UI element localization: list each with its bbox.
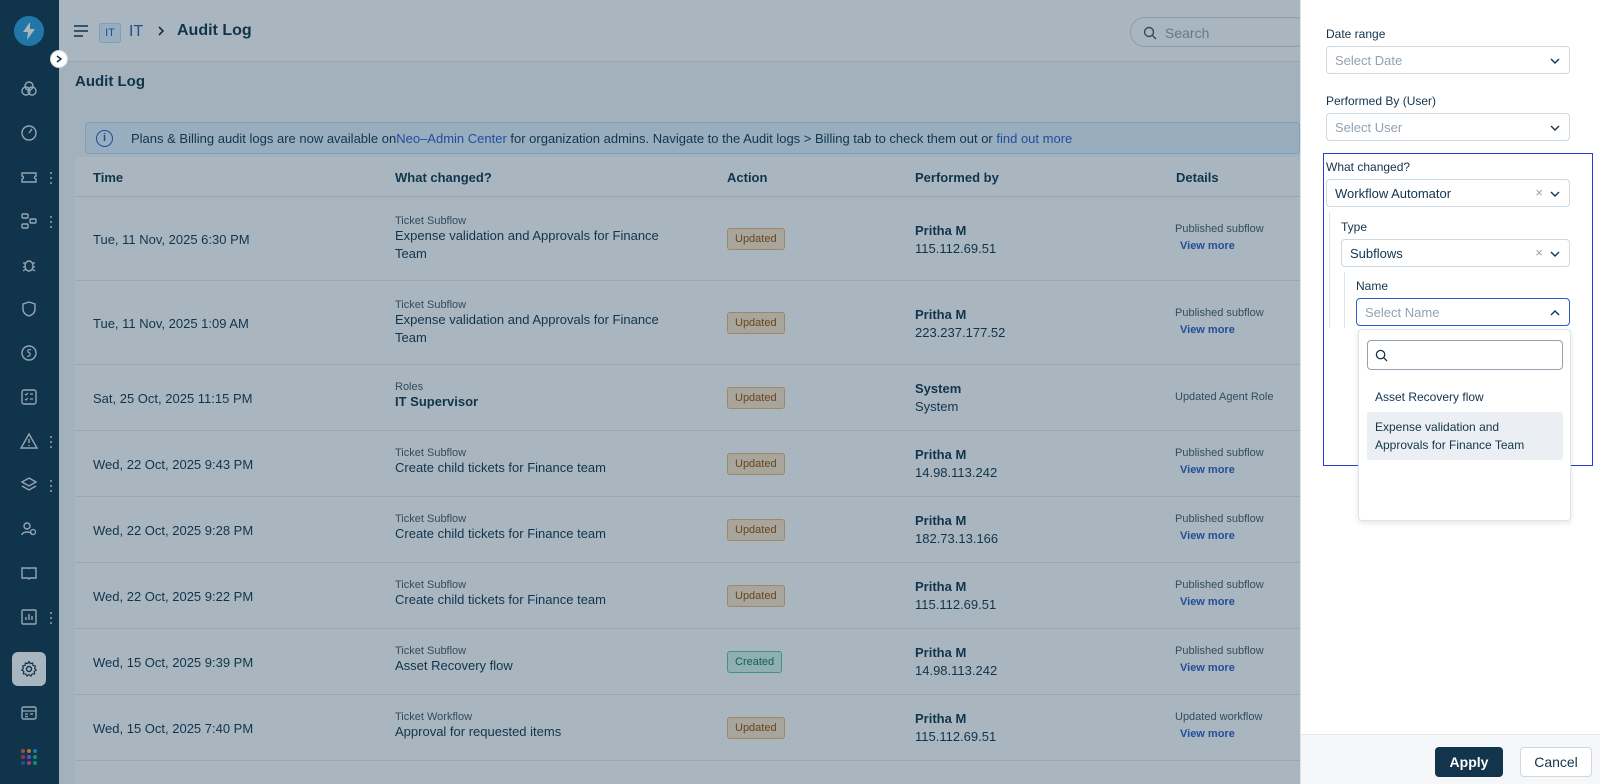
what-changed-label: What changed? xyxy=(1326,160,1411,174)
clear-icon[interactable]: × xyxy=(1535,185,1543,200)
what-changed-select[interactable]: Workflow Automator × xyxy=(1326,179,1570,207)
name-dropdown: Asset Recovery flow Expense validation a… xyxy=(1358,329,1571,521)
chevron-up-icon xyxy=(1550,310,1560,316)
collapse-nav-button[interactable] xyxy=(50,50,68,68)
chevron-down-icon xyxy=(1550,58,1560,64)
search-icon xyxy=(1375,349,1388,362)
name-label: Name xyxy=(1356,279,1389,293)
chevron-down-icon xyxy=(1550,125,1560,131)
chevron-down-icon xyxy=(1550,251,1560,257)
type-indent-line xyxy=(1329,212,1330,328)
performed-by-select[interactable]: Select User xyxy=(1326,113,1570,141)
date-range-label: Date range xyxy=(1326,27,1386,41)
dropdown-option[interactable]: Expense validation and Approvals for Fin… xyxy=(1367,412,1563,460)
dropdown-search-input[interactable] xyxy=(1367,340,1563,370)
filter-panel-footer: Apply Cancel xyxy=(1301,734,1600,784)
name-placeholder: Select Name xyxy=(1365,305,1440,320)
performed-by-placeholder: Select User xyxy=(1335,120,1403,135)
chevron-right-icon xyxy=(56,55,63,63)
filter-panel: Date range Select Date Performed By (Use… xyxy=(1300,0,1600,784)
type-select[interactable]: Subflows × xyxy=(1341,239,1570,267)
cancel-button[interactable]: Cancel xyxy=(1520,747,1592,777)
performed-by-label: Performed By (User) xyxy=(1326,94,1437,108)
name-indent-line xyxy=(1344,272,1345,328)
type-label: Type xyxy=(1341,220,1368,234)
what-changed-value: Workflow Automator xyxy=(1335,186,1452,201)
dropdown-option[interactable]: Asset Recovery flow xyxy=(1367,382,1563,412)
clear-icon[interactable]: × xyxy=(1535,245,1543,260)
date-range-placeholder: Select Date xyxy=(1335,53,1403,68)
type-value: Subflows xyxy=(1350,246,1403,261)
chevron-down-icon xyxy=(1550,191,1560,197)
date-range-select[interactable]: Select Date xyxy=(1326,46,1570,74)
apply-button[interactable]: Apply xyxy=(1435,747,1503,777)
modal-backdrop[interactable] xyxy=(0,0,1300,784)
name-select[interactable]: Select Name xyxy=(1356,298,1570,326)
